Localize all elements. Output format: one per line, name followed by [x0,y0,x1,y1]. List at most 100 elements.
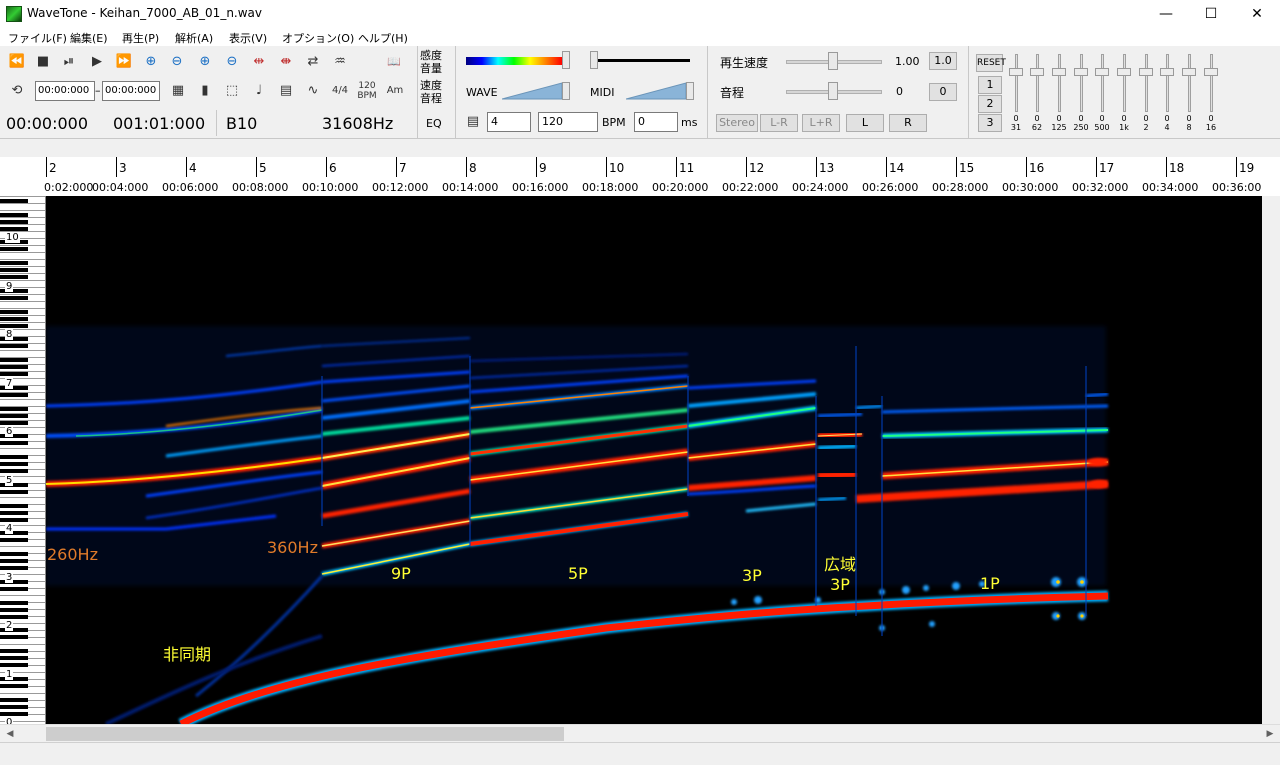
black-key[interactable] [0,316,28,321]
eq-band-8k[interactable]: 08 [1181,54,1197,132]
black-key[interactable] [0,247,28,251]
spectrogram-view[interactable]: 260Hz 360Hz 9P 5P 3P 広域 3P 1P 非同期 [46,196,1262,724]
stop-icon[interactable]: ■ [32,52,54,72]
black-key[interactable] [0,309,28,314]
black-key[interactable] [0,704,28,709]
expand-icon[interactable]: ⇹ [248,52,270,72]
play-icon[interactable]: ▶ [86,52,108,72]
pause-icon[interactable]: ⏯ [58,52,80,72]
black-key[interactable] [0,517,28,522]
close-button[interactable]: ✕ [1234,0,1280,28]
eq-band-thumb[interactable] [1052,68,1066,76]
black-key[interactable] [0,226,28,231]
black-key[interactable] [0,268,28,272]
black-key[interactable] [0,683,28,688]
black-key[interactable] [0,462,28,466]
black-key[interactable] [0,275,28,279]
black-key[interactable] [0,635,28,639]
black-key[interactable] [0,358,28,362]
zoom-in-horizontal-icon[interactable]: ⊕ [140,52,162,72]
note-icon[interactable]: ♩ [248,81,270,101]
black-key[interactable] [0,649,28,653]
menu-analyze[interactable]: 解析(A) [175,30,213,46]
black-key[interactable] [0,469,28,473]
pitch-reset-button[interactable]: 0 [929,83,957,101]
black-key[interactable] [0,406,28,411]
black-key[interactable] [0,420,28,425]
eq-preset-2-button[interactable]: 2 [978,95,1002,113]
l-plus-r-button[interactable]: L+R [802,114,840,132]
eq-band-thumb[interactable] [1160,68,1174,76]
black-key[interactable] [0,559,28,563]
eq-band-thumb[interactable] [1095,68,1109,76]
black-key[interactable] [0,711,28,716]
black-key[interactable] [0,510,28,515]
eq-band-16k[interactable]: 0 16 [1203,54,1219,132]
black-key[interactable] [0,455,28,459]
grid-icon[interactable]: ▦ [167,81,189,101]
scroll-right-arrow[interactable]: ▶ [1262,725,1278,743]
eq-preset-3-button[interactable]: 3 [978,114,1002,132]
black-key[interactable] [0,586,28,591]
loop-icon[interactable]: ⟲ [6,81,28,101]
eq-reset-button[interactable]: RESET [976,54,1006,72]
offset-input[interactable]: 0 [634,112,678,132]
black-key[interactable] [0,503,28,508]
black-key[interactable] [0,261,28,265]
eq-band-62[interactable]: 0 62 [1029,54,1045,132]
black-key[interactable] [0,697,28,702]
maximize-button[interactable]: ☐ [1188,0,1234,28]
rewind-icon[interactable]: ⏪ [6,52,28,72]
right-channel-button[interactable]: R [889,114,927,132]
eq-band-thumb[interactable] [1009,68,1023,76]
eq-band-250[interactable]: 0 250 [1073,54,1089,132]
select-rect-icon[interactable]: ⬚ [221,81,243,101]
zoom-in-vertical-icon[interactable]: ⊕ [194,52,216,72]
eq-band-31[interactable]: 0 31 [1008,54,1024,132]
timeline-ruler[interactable]: 2 0:02:000 3 00:04:000 4 00:06:000 5 00:08:000 6… [0,138,1280,196]
eq-band-thumb[interactable] [1117,68,1131,76]
scroll-left-arrow[interactable]: ◀ [2,725,18,743]
zoom-out-vertical-icon[interactable]: ⊖ [221,52,243,72]
eq-preset-1-button[interactable]: 1 [978,76,1002,94]
black-key[interactable] [0,441,28,445]
time-signature-button[interactable]: 4/4 [329,81,351,101]
horizontal-scrollbar[interactable]: ◀ ▶ [0,724,1280,742]
black-key[interactable] [0,413,28,418]
sensitivity-slider-thumb[interactable] [590,51,598,69]
zoom-out-horizontal-icon[interactable]: ⊖ [166,52,188,72]
beats-spinner[interactable]: 4 [487,112,531,132]
black-key[interactable] [0,198,28,203]
eq-band-4k[interactable]: 04 [1159,54,1175,132]
loop-end-input[interactable]: 00:00:000 [102,81,160,101]
wave-volume-thumb[interactable] [562,82,570,100]
key-button[interactable]: Am [384,81,406,101]
book-icon[interactable]: 📖 [383,52,405,72]
playback-speed-reset-button[interactable]: 1.0 [929,52,957,70]
black-key[interactable] [0,552,28,556]
black-key[interactable] [0,365,28,369]
black-key[interactable] [0,566,28,570]
vertical-scrollbar[interactable] [1262,196,1280,724]
black-key[interactable] [0,614,28,619]
horizontal-scroll-thumb[interactable] [46,727,564,741]
fast-forward-icon[interactable]: ⏩ [113,52,135,72]
stereo-button[interactable]: Stereo [716,114,758,132]
loop-start-input[interactable]: 00:00:000 [35,81,95,101]
curve-icon[interactable]: ∿ [302,81,324,101]
midi-volume-thumb[interactable] [686,82,694,100]
eq-band-thumb[interactable] [1074,68,1088,76]
black-key[interactable] [0,600,28,605]
black-key[interactable] [0,372,28,376]
color-scale-thumb[interactable] [562,51,570,69]
shrink-icon[interactable]: ⇼ [275,52,297,72]
black-key[interactable] [0,538,28,542]
eq-band-1k[interactable]: 0 1k [1116,54,1132,132]
marker-icon[interactable]: ▮ [194,81,216,101]
menu-view[interactable]: 表示(V) [229,30,267,46]
black-key[interactable] [0,344,28,348]
black-key[interactable] [0,219,28,224]
black-key[interactable] [0,489,28,494]
eq-band-thumb[interactable] [1139,68,1153,76]
black-key[interactable] [0,212,28,217]
